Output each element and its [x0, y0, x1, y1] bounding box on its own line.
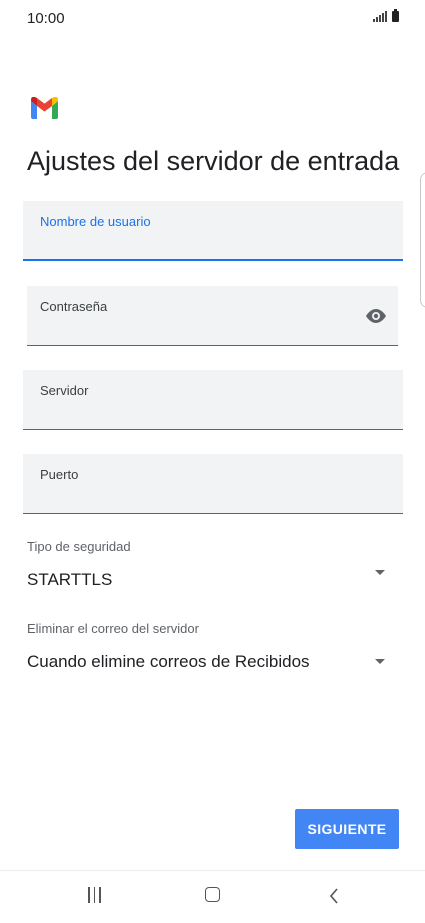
- port-label: Puerto: [40, 467, 79, 482]
- delete-policy-label: Eliminar el correo del servidor: [27, 621, 199, 636]
- delete-policy-value: Cuando elimine correos de Recibidos: [27, 652, 310, 671]
- delete-policy-select[interactable]: Cuando elimine correos de Recibidos: [23, 642, 403, 678]
- security-type-value: STARTTLS: [27, 570, 113, 589]
- navigation-bar: [0, 870, 425, 923]
- server-field[interactable]: Servidor: [23, 370, 403, 430]
- security-type-label: Tipo de seguridad: [27, 539, 131, 554]
- status-time: 10:00: [27, 10, 65, 27]
- next-button[interactable]: SIGUIENTE: [295, 809, 399, 849]
- recent-apps-icon[interactable]: [88, 887, 101, 903]
- chevron-down-icon: [375, 659, 385, 664]
- security-type-select[interactable]: STARTTLS: [23, 560, 403, 596]
- port-field[interactable]: Puerto: [23, 454, 403, 514]
- back-icon[interactable]: [328, 887, 340, 905]
- status-icons: [373, 9, 399, 22]
- home-icon[interactable]: [205, 887, 220, 902]
- gmail-logo: [31, 97, 58, 119]
- password-field[interactable]: Contraseña: [27, 286, 398, 346]
- username-label: Nombre de usuario: [40, 214, 151, 229]
- chevron-down-icon: [375, 570, 385, 575]
- page-title: Ajustes del servidor de entrada: [27, 146, 400, 176]
- status-bar: 10:00: [0, 0, 425, 36]
- username-field[interactable]: Nombre de usuario: [23, 201, 403, 261]
- battery-icon: [392, 9, 399, 22]
- password-input[interactable]: [27, 318, 343, 342]
- username-input[interactable]: [23, 233, 403, 257]
- port-input[interactable]: [23, 486, 403, 510]
- eye-icon[interactable]: [364, 306, 388, 326]
- signal-icon: [373, 11, 387, 22]
- scroll-handle[interactable]: [420, 172, 425, 308]
- server-input[interactable]: [23, 402, 403, 426]
- password-label: Contraseña: [40, 299, 108, 314]
- server-label: Servidor: [40, 383, 89, 398]
